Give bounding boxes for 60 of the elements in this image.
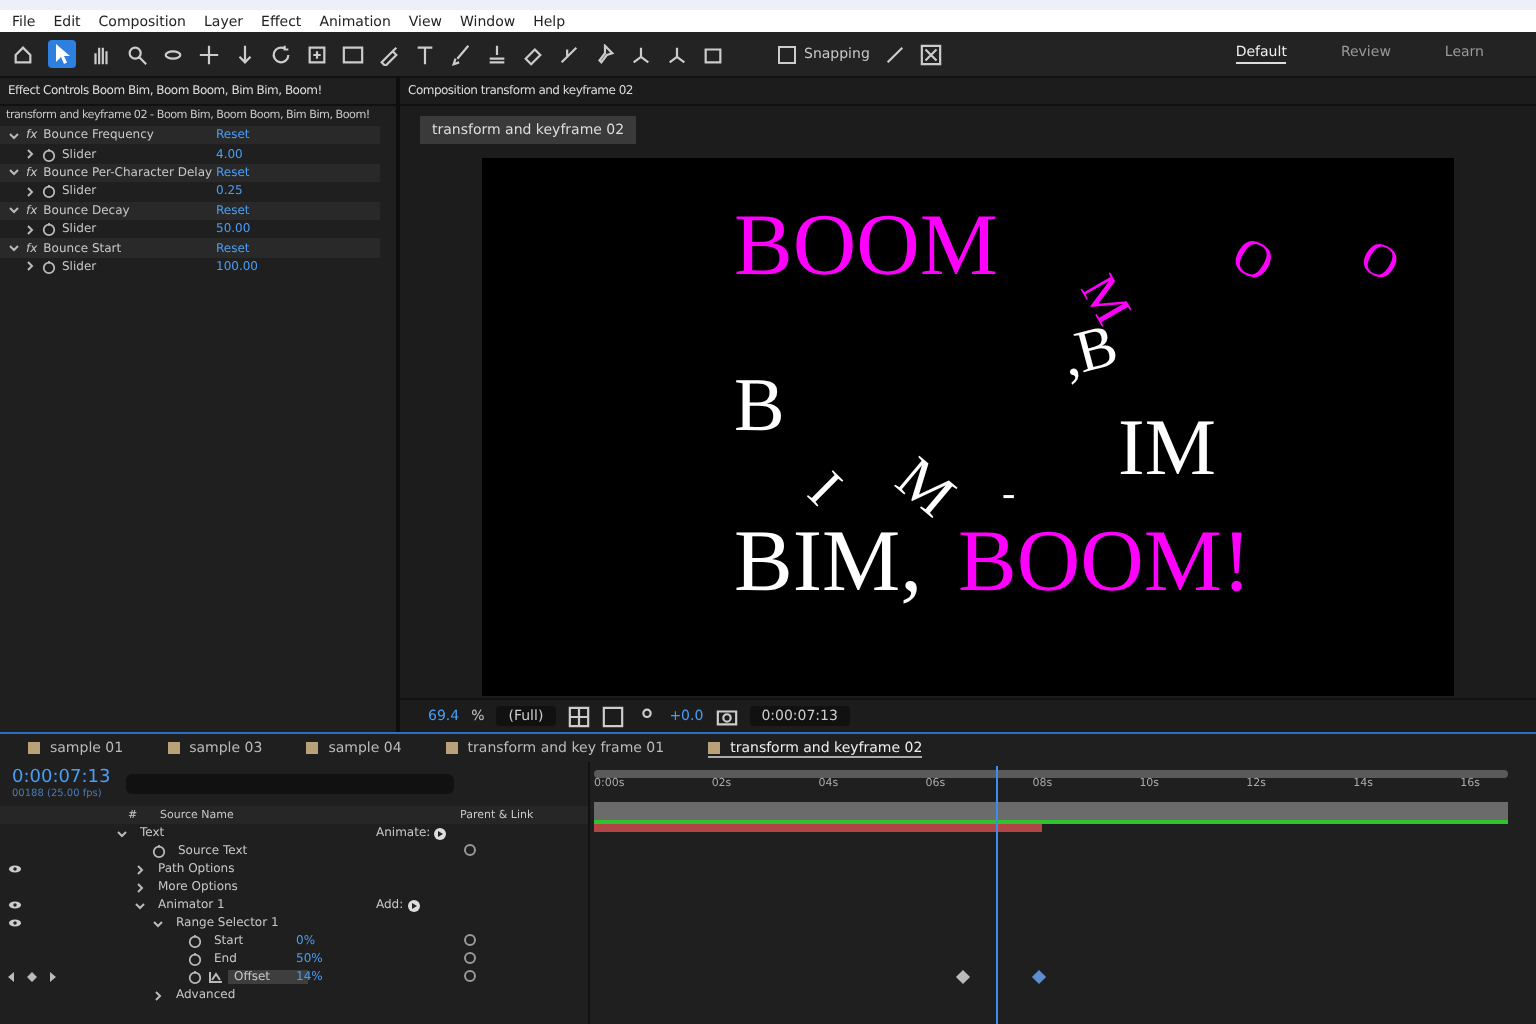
chevron-right-icon[interactable] xyxy=(134,863,146,875)
pick-whip-icon[interactable] xyxy=(464,843,476,855)
chevron-down-icon[interactable] xyxy=(8,166,20,179)
canvas-text: B xyxy=(734,368,785,444)
eraser-icon[interactable] xyxy=(522,43,544,65)
text-icon[interactable] xyxy=(414,43,436,65)
keyframe-navigator-icon[interactable] xyxy=(8,972,56,982)
search-icon[interactable] xyxy=(126,43,148,65)
chevron-down-icon[interactable] xyxy=(8,204,20,217)
rotate-icon[interactable] xyxy=(270,43,292,65)
stopwatch-icon[interactable] xyxy=(188,934,202,948)
graph-icon[interactable] xyxy=(208,971,222,983)
stopwatch-icon[interactable] xyxy=(152,844,166,858)
canvas-text: BOOM xyxy=(734,202,999,290)
canvas-text: I xyxy=(796,463,850,517)
canvas-text: O xyxy=(1352,232,1407,292)
chevron-right-icon[interactable] xyxy=(152,989,164,1001)
stopwatch-icon[interactable] xyxy=(42,147,56,162)
home-icon[interactable] xyxy=(12,43,34,65)
chevron-right-icon[interactable] xyxy=(134,881,146,893)
axis-icon[interactable] xyxy=(666,43,688,65)
snapping-checkbox[interactable] xyxy=(778,45,796,63)
canvas-text: O xyxy=(1223,228,1283,292)
chevron-down-icon[interactable] xyxy=(116,827,128,839)
eye-icon[interactable] xyxy=(8,900,22,910)
mask-icon[interactable] xyxy=(601,705,624,727)
axis-icon[interactable] xyxy=(630,43,652,65)
pen-icon[interactable] xyxy=(378,43,400,65)
line-icon[interactable] xyxy=(883,43,906,65)
chevron-right-icon[interactable] xyxy=(24,185,36,198)
selection-tool[interactable] xyxy=(48,40,76,68)
keyframe[interactable] xyxy=(956,969,971,985)
stopwatch-icon[interactable] xyxy=(42,184,56,199)
chevron-right-icon[interactable] xyxy=(24,148,36,161)
chevron-down-icon[interactable] xyxy=(8,129,20,142)
play-icon[interactable] xyxy=(407,899,420,911)
brush-icon[interactable] xyxy=(450,43,472,65)
expand-icon[interactable] xyxy=(919,43,942,65)
rectangle-icon[interactable] xyxy=(342,43,364,65)
move-icon[interactable] xyxy=(198,43,220,65)
stopwatch-icon[interactable] xyxy=(42,259,56,274)
arrow-down-icon[interactable] xyxy=(234,43,256,65)
eye-icon[interactable] xyxy=(8,918,22,928)
canvas-text: - xyxy=(1002,474,1016,514)
chevron-down-icon[interactable] xyxy=(8,242,20,255)
pointer-icon xyxy=(54,44,70,64)
play-icon[interactable] xyxy=(434,827,447,839)
current-time[interactable]: 0:00:07:13 xyxy=(12,768,111,788)
chevron-down-icon[interactable] xyxy=(152,917,164,929)
grid-icon[interactable] xyxy=(567,705,590,727)
canvas-text: IM xyxy=(1118,408,1216,488)
eye-icon[interactable] xyxy=(8,864,22,874)
stopwatch-icon[interactable] xyxy=(188,952,202,966)
keyframe[interactable] xyxy=(1032,969,1047,985)
chevron-right-icon[interactable] xyxy=(24,260,36,273)
chevron-down-icon[interactable] xyxy=(134,899,146,911)
camera-icon[interactable] xyxy=(715,705,738,727)
stopwatch-icon[interactable] xyxy=(42,222,56,237)
chevron-right-icon[interactable] xyxy=(24,223,36,236)
stopwatch-icon[interactable] xyxy=(188,970,202,984)
